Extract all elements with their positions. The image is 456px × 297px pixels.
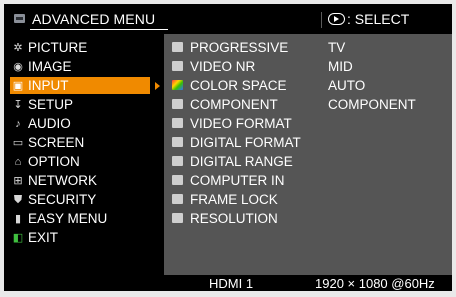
submenu-item-label: VIDEO FORMAT	[190, 116, 292, 131]
menu-item-audio[interactable]: ♪ AUDIO	[4, 115, 164, 133]
submenu-item-progressive[interactable]: PROGRESSIVE TV	[164, 39, 452, 57]
frame-lock-icon	[172, 194, 183, 204]
menu-item-screen[interactable]: ▭ SCREEN	[4, 134, 164, 152]
submenu-item-video-nr[interactable]: VIDEO NR MID	[164, 58, 452, 76]
submenu-item-digital-range[interactable]: DIGITAL RANGE	[164, 153, 452, 171]
submenu-item-label: COLOR SPACE	[190, 78, 287, 93]
submenu-item-frame-lock[interactable]: FRAME LOCK	[164, 191, 452, 209]
submenu-item-label: COMPUTER IN	[190, 173, 285, 188]
submenu-item-video-format[interactable]: VIDEO FORMAT	[164, 115, 452, 133]
status-bar: HDMI 1 1920 × 1080 @60Hz	[164, 275, 452, 291]
menu-item-image[interactable]: ◉ IMAGE	[4, 58, 164, 76]
screen-icon: ▭	[12, 137, 24, 149]
digital-format-icon	[172, 137, 183, 147]
picture-sun-icon: ✲	[13, 42, 23, 54]
menu-item-label: OPTION	[28, 154, 80, 169]
menu-item-setup[interactable]: ↧ SETUP	[4, 96, 164, 114]
menu-item-label: SETUP	[28, 97, 74, 112]
menu-item-network[interactable]: ⊞ NETWORK	[4, 172, 164, 190]
menu-item-label: INPUT	[28, 78, 69, 93]
submenu-item-label: DIGITAL RANGE	[190, 154, 293, 169]
menu-item-label: IMAGE	[28, 59, 72, 74]
header-divider	[321, 12, 322, 28]
menu-item-label: NETWORK	[28, 173, 97, 188]
option-icon: ⌂	[14, 156, 22, 168]
video-format-icon	[172, 118, 183, 128]
component-icon	[172, 99, 183, 109]
video-nr-icon	[172, 61, 183, 71]
submenu-item-computer-in[interactable]: COMPUTER IN	[164, 172, 452, 190]
submenu-item-component[interactable]: COMPONENT COMPONENT	[164, 96, 452, 114]
menu-item-label: SECURITY	[28, 192, 97, 207]
menu-item-exit[interactable]: ◧ EXIT	[4, 229, 164, 247]
submenu-item-label: FRAME LOCK	[190, 192, 278, 207]
menu-item-input[interactable]: ▣ INPUT	[4, 77, 164, 95]
submenu-item-value: AUTO	[328, 78, 366, 93]
menu-item-label: EASY MENU	[28, 211, 108, 226]
select-hint: : SELECT	[347, 11, 410, 27]
signal-resolution-label: 1920 × 1080 @60Hz	[315, 276, 435, 291]
main-menu-list: ✲ PICTURE ◉ IMAGE ▣ INPUT ↧ SETUP ♪ AUDI…	[4, 34, 164, 291]
network-icon: ⊞	[13, 175, 23, 187]
input-source-label: HDMI 1	[209, 276, 254, 291]
enter-button-icon	[328, 13, 345, 25]
submenu-item-label: VIDEO NR	[190, 59, 256, 74]
submenu-item-label: PROGRESSIVE	[190, 40, 289, 55]
computer-in-icon	[172, 175, 183, 185]
shield-icon: ⛊	[13, 194, 23, 206]
menu-header: ADVANCED MENU : SELECT	[4, 4, 452, 34]
menu-item-label: AUDIO	[28, 116, 71, 131]
submenu-item-label: DIGITAL FORMAT	[190, 135, 301, 150]
setup-icon: ↧	[13, 99, 23, 111]
menu-item-label: SCREEN	[28, 135, 85, 150]
submenu-arrow-icon	[155, 82, 160, 90]
submenu-item-resolution[interactable]: RESOLUTION	[164, 210, 452, 228]
color-space-icon	[172, 80, 183, 90]
image-icon: ◉	[13, 61, 23, 73]
submenu-item-label: RESOLUTION	[190, 211, 278, 226]
title-underline	[30, 29, 168, 30]
submenu-item-color-space[interactable]: COLOR SPACE AUTO	[164, 77, 452, 95]
audio-note-icon: ♪	[15, 118, 21, 130]
menu-title: ADVANCED MENU	[32, 11, 156, 27]
submenu-item-value: MID	[328, 59, 353, 74]
menu-icon	[14, 14, 25, 23]
menu-item-label: PICTURE	[28, 40, 88, 55]
input-submenu-pane: PROGRESSIVE TV VIDEO NR MID COLOR SPACE …	[164, 34, 452, 275]
menu-item-security[interactable]: ⛊ SECURITY	[4, 191, 164, 209]
submenu-item-label: COMPONENT	[190, 97, 278, 112]
menu-item-label: EXIT	[28, 230, 59, 245]
menu-item-option[interactable]: ⌂ OPTION	[4, 153, 164, 171]
submenu-item-value: COMPONENT	[328, 97, 416, 112]
progressive-icon	[172, 42, 183, 52]
exit-icon: ◧	[12, 232, 24, 244]
easy-menu-icon: ▮	[14, 213, 22, 225]
submenu-item-digital-format[interactable]: DIGITAL FORMAT	[164, 134, 452, 152]
menu-item-picture[interactable]: ✲ PICTURE	[4, 39, 164, 57]
input-icon: ▣	[12, 80, 24, 92]
resolution-icon	[172, 213, 183, 223]
submenu-item-value: TV	[328, 40, 346, 55]
projector-osd: ADVANCED MENU : SELECT ✲ PICTURE ◉ IMAGE…	[0, 0, 456, 297]
menu-item-easy-menu[interactable]: ▮ EASY MENU	[4, 210, 164, 228]
digital-range-icon	[172, 156, 183, 166]
